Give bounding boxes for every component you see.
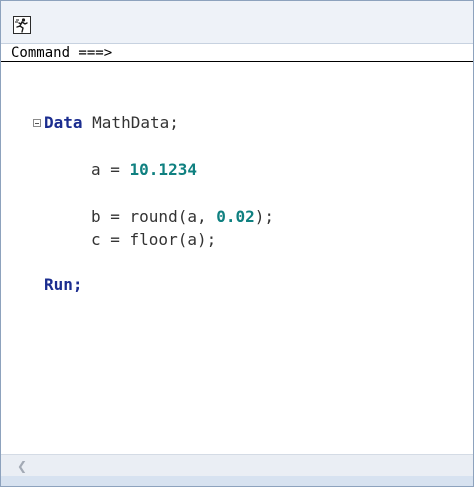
dataset-name: MathData; [82, 113, 179, 132]
editor-window: Command ===> Data MathData; a = 10.1234 … [0, 0, 474, 487]
keyword-data: Data [44, 113, 83, 132]
toolbar [1, 1, 473, 43]
assign-a: a = [91, 160, 130, 179]
run-icon[interactable] [13, 16, 31, 34]
code-line-a: a = 10.1234 [91, 160, 197, 180]
number-literal-a: 10.1234 [129, 160, 197, 179]
assign-b-start: b = round(a, [91, 207, 217, 226]
assign-b-end: ); [254, 207, 275, 226]
keyword-run: Run; [44, 275, 83, 294]
command-label: Command ===> [11, 45, 113, 61]
command-bar[interactable]: Command ===> [1, 43, 473, 62]
code-line-b: b = round(a, 0.02); [91, 207, 274, 227]
assign-c: c = floor(a); [91, 230, 217, 249]
code-line-data: Data MathData; [44, 113, 179, 133]
number-literal-b: 0.02 [216, 207, 255, 226]
collapse-icon[interactable] [33, 119, 41, 127]
code-line-c: c = floor(a); [91, 230, 216, 250]
horizontal-scrollbar[interactable]: ❮ [1, 454, 473, 476]
chevron-left-icon[interactable]: ❮ [15, 459, 29, 473]
code-editor[interactable]: Data MathData; a = 10.1234 b = round(a, … [1, 62, 473, 454]
code-line-run: Run; [44, 275, 83, 295]
status-strip [1, 476, 473, 486]
